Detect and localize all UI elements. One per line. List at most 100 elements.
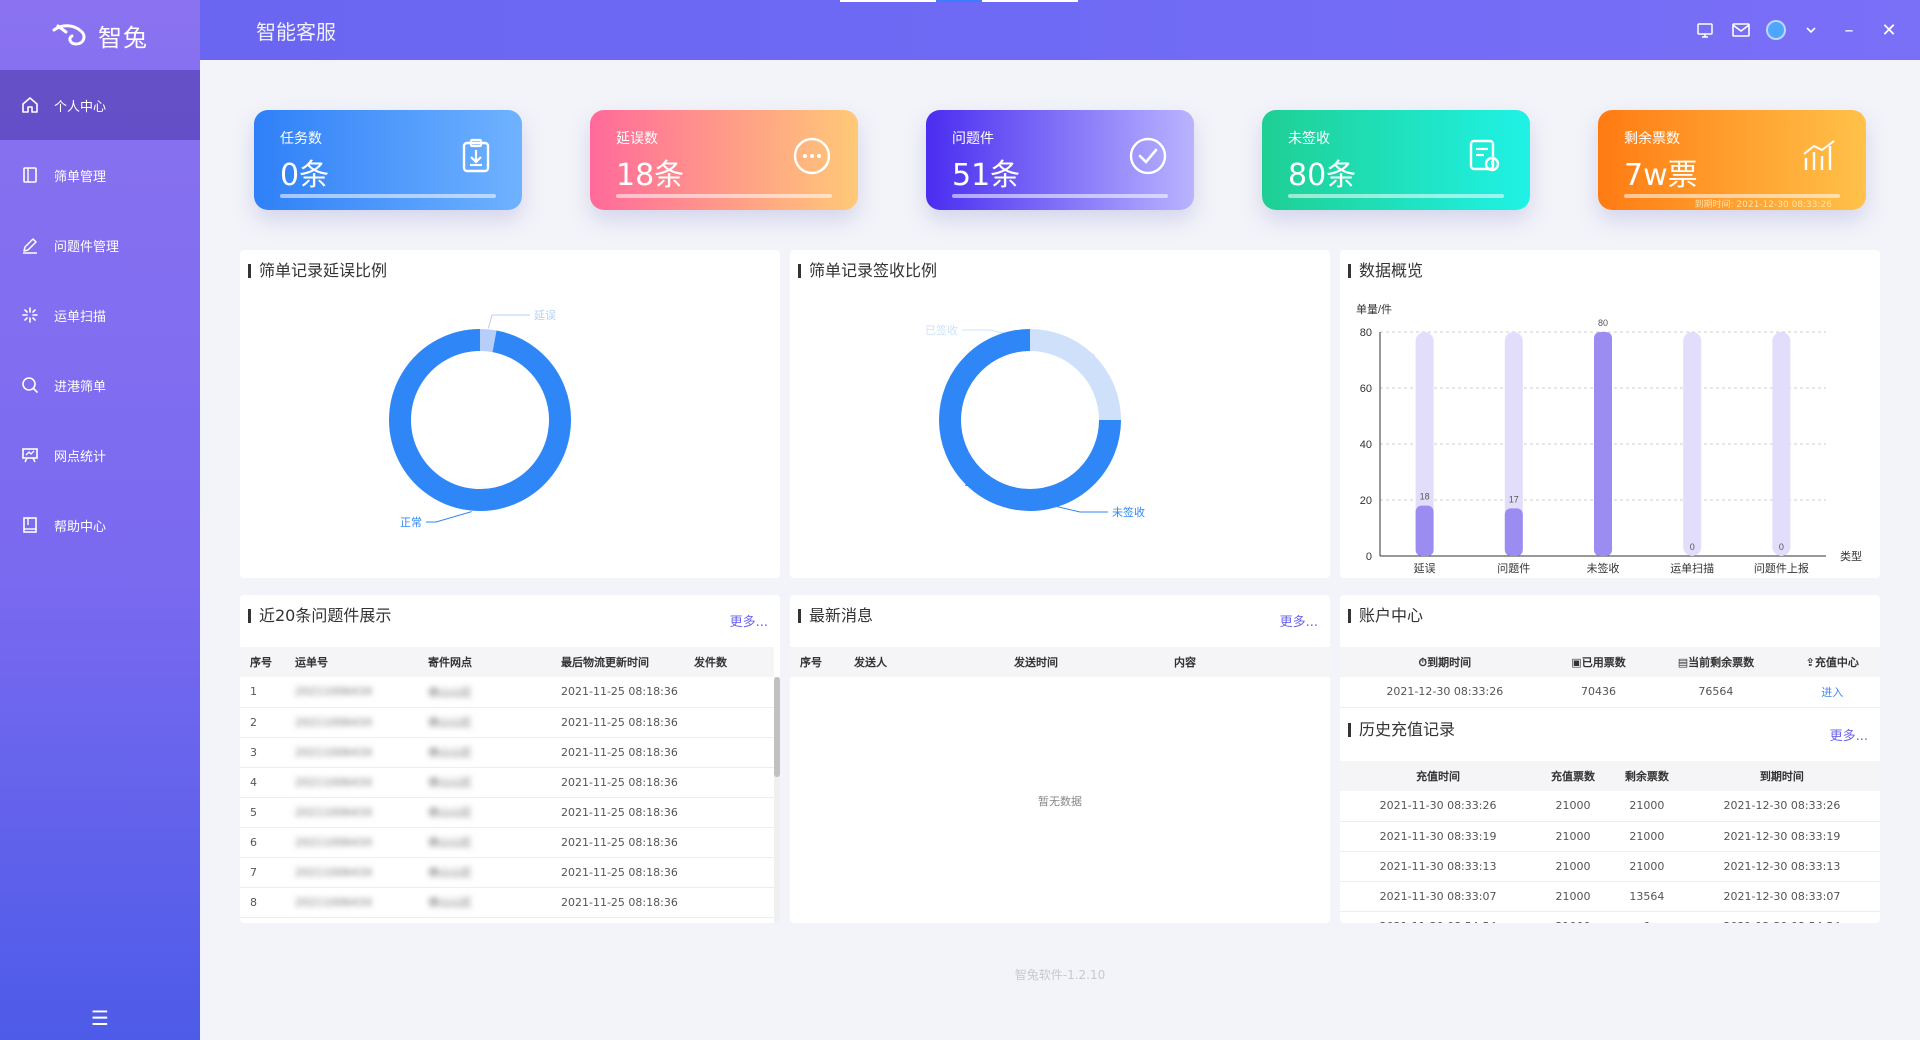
stat-card-remaining-tickets[interactable]: 剩余票数 7w票 到期时间: 2021-12-30 08:33:26 — [1598, 110, 1866, 210]
sidebar-item-inbound-filter[interactable]: 进港筛单 — [0, 350, 200, 420]
panel-data-overview: 数据概览 单量/件 类型 0 20 40 60 80 18 延误 17 问题件 80 未签收 0 运单扫描 0… — [1340, 250, 1880, 578]
empty-state: 暂无数据 — [1038, 795, 1082, 808]
column-header[interactable]: 序号 — [240, 647, 295, 677]
table-row: 2021-11-30 08:33:19 21000 21000 2021-12-30 … — [1340, 821, 1880, 852]
sidebar-item-waybill-scan[interactable]: 运单扫描 — [0, 280, 200, 350]
column-header[interactable]: 序号 — [790, 647, 854, 677]
column-header-recharge[interactable]: ⇪充值中心 — [1784, 647, 1880, 677]
table-row[interactable]: 7 2021100643X 佛山山区 2021-11-25 08:18:36 — [240, 857, 774, 888]
issues-table: 序号 运单号 寄件网点 最后物流更新时间 发件数 1 2021100643X 佛山山… — [240, 647, 774, 918]
sidebar-item-filter-management[interactable]: 筛单管理 — [0, 140, 200, 210]
donut-slice[interactable] — [479, 329, 497, 353]
stat-card-delays[interactable]: 延误数 18条 — [590, 110, 858, 210]
column-header[interactable]: 到期时间 — [1683, 761, 1880, 791]
sidebar-item-label: 进港筛单 — [54, 379, 107, 395]
document-icon — [20, 165, 40, 185]
avatar[interactable] — [1766, 20, 1786, 40]
table-row[interactable]: 3 2021100643X 佛山山区 2021-11-25 08:18:36 — [240, 737, 774, 768]
row-index-cell: 8 — [240, 887, 295, 918]
column-header[interactable]: 发送人 — [854, 647, 1014, 677]
column-header[interactable]: 最后物流更新时间 — [561, 647, 694, 677]
bar[interactable] — [1504, 508, 1523, 556]
x-tick-label: 延误 — [1414, 562, 1436, 575]
indicator-segment — [936, 0, 982, 2]
panel-title: 最新消息 — [798, 608, 873, 624]
column-header-remaining[interactable]: ▤当前剩余票数 — [1647, 647, 1785, 677]
scrollbar-thumb[interactable] — [774, 677, 780, 777]
column-header[interactable]: 发件数 — [694, 647, 774, 677]
bar[interactable] — [1594, 332, 1612, 556]
panel-title: 历史充值记录 — [1348, 722, 1455, 738]
column-header[interactable]: 发送时间 — [1014, 647, 1174, 677]
close-icon[interactable]: ✕ — [1876, 20, 1902, 41]
bar-track — [1683, 332, 1702, 556]
table-row[interactable]: 5 2021100643X 佛山山区 2021-11-25 08:18:36 — [240, 797, 774, 828]
count-cell — [694, 797, 774, 828]
table-row[interactable]: 8 2021100643X 佛山山区 2021-11-25 08:18:36 — [240, 887, 774, 918]
mail-icon[interactable] — [1730, 19, 1752, 41]
y-tick-label: 60 — [1360, 383, 1372, 395]
expiry-cell: 2021-12-30 08:54:54 — [1683, 911, 1880, 923]
monitor-icon[interactable] — [1694, 19, 1716, 41]
table-row[interactable]: 4 2021100643X 佛山山区 2021-11-25 08:18:36 — [240, 767, 774, 798]
column-header-expiry[interactable]: ⏱到期时间 — [1340, 647, 1550, 677]
sidebar-item-issue-management[interactable]: 问题件管理 — [0, 210, 200, 280]
column-header[interactable]: 运单号 — [295, 647, 428, 677]
column-header[interactable]: 充值时间 — [1340, 761, 1537, 791]
x-tick-label: 问题件 — [1497, 562, 1530, 575]
table-row: 2021-12-30 08:33:26 70436 76564 进入 — [1340, 677, 1880, 708]
count-cell — [694, 887, 774, 918]
donut-slice[interactable] — [1029, 329, 1121, 421]
more-link[interactable]: 更多... — [1830, 725, 1868, 744]
table-row[interactable]: 1 2021100643X 佛山山区 2021-11-25 08:18:36 — [240, 677, 774, 708]
x-tick-label: 未签收 — [1587, 561, 1620, 575]
more-link[interactable]: 更多... — [730, 611, 768, 630]
update-time-cell: 2021-11-25 08:18:36 — [561, 767, 694, 798]
card-expiry-note: 到期时间: 2021-12-30 08:33:26 — [1694, 200, 1832, 210]
chevron-down-icon[interactable] — [1800, 19, 1822, 41]
row-index-cell: 2 — [240, 707, 295, 738]
column-header-label: 到期时间 — [1427, 656, 1472, 669]
count-cell — [694, 677, 774, 708]
column-header[interactable]: 充值票数 — [1536, 761, 1610, 791]
recharge-amount-cell: 21000 — [1536, 911, 1610, 923]
panel-title: 近20条问题件展示 — [248, 608, 391, 624]
recharge-time-cell: 2021-11-30 08:33:19 — [1340, 821, 1537, 852]
recharge-enter-link[interactable]: 进入 — [1784, 677, 1880, 708]
recharge-time-cell: 2021-11-30 08:33:26 — [1340, 791, 1537, 822]
table-row[interactable]: 2 2021100643X 佛山山区 2021-11-25 08:18:36 — [240, 707, 774, 738]
delay-donut-chart: 延误正常 — [389, 309, 571, 529]
stat-card-unsigned[interactable]: 未签收 80条 — [1262, 110, 1530, 210]
used-cell: 70436 — [1549, 677, 1648, 708]
clipboard-download-icon — [462, 138, 490, 173]
edit-icon — [20, 235, 40, 255]
waybill-cell: 2021100643X — [295, 797, 428, 828]
column-header[interactable]: 剩余票数 — [1609, 761, 1684, 791]
indicator-segment — [840, 0, 936, 2]
more-link[interactable]: 更多... — [1280, 611, 1318, 630]
minimize-icon[interactable]: – — [1836, 20, 1862, 41]
sidebar-item-personal-center[interactable]: 个人中心 — [0, 70, 200, 140]
menu-collapse-icon[interactable]: ☰ — [0, 1006, 200, 1030]
column-header-label: 当前剩余票数 — [1688, 656, 1755, 669]
outlet-cell: 佛山山区 — [428, 737, 561, 768]
column-header[interactable]: 寄件网点 — [428, 647, 561, 677]
slice-label: 已签收 — [925, 323, 958, 337]
sidebar-item-help-center[interactable]: 帮助中心 — [0, 490, 200, 560]
column-header-label: 充值中心 — [1814, 656, 1859, 669]
bar-value-label: 0 — [1779, 542, 1784, 552]
table-row[interactable]: 6 2021100643X 佛山山区 2021-11-25 08:18:36 — [240, 827, 774, 858]
table-row: 2021-11-30 08:33:07 21000 13564 2021-12-30 … — [1340, 881, 1880, 912]
stat-card-tasks[interactable]: 任务数 0条 — [254, 110, 522, 210]
column-header[interactable]: 内容 — [1174, 647, 1330, 677]
sidebar-item-outlet-stats[interactable]: 网点统计 — [0, 420, 200, 490]
waybill-cell: 2021100643X — [295, 677, 428, 708]
stat-card-issues[interactable]: 问题件 51条 — [926, 110, 1194, 210]
book-icon — [20, 515, 40, 535]
donut-slice[interactable] — [389, 329, 571, 511]
bar[interactable] — [1415, 505, 1434, 556]
column-header-used[interactable]: ▣已用票数 — [1549, 647, 1648, 677]
table-header-row: 充值时间 充值票数 剩余票数 到期时间 — [1340, 761, 1880, 791]
card-progress — [952, 194, 1168, 198]
top-header: 智能客服 – ✕ — [200, 0, 1920, 60]
